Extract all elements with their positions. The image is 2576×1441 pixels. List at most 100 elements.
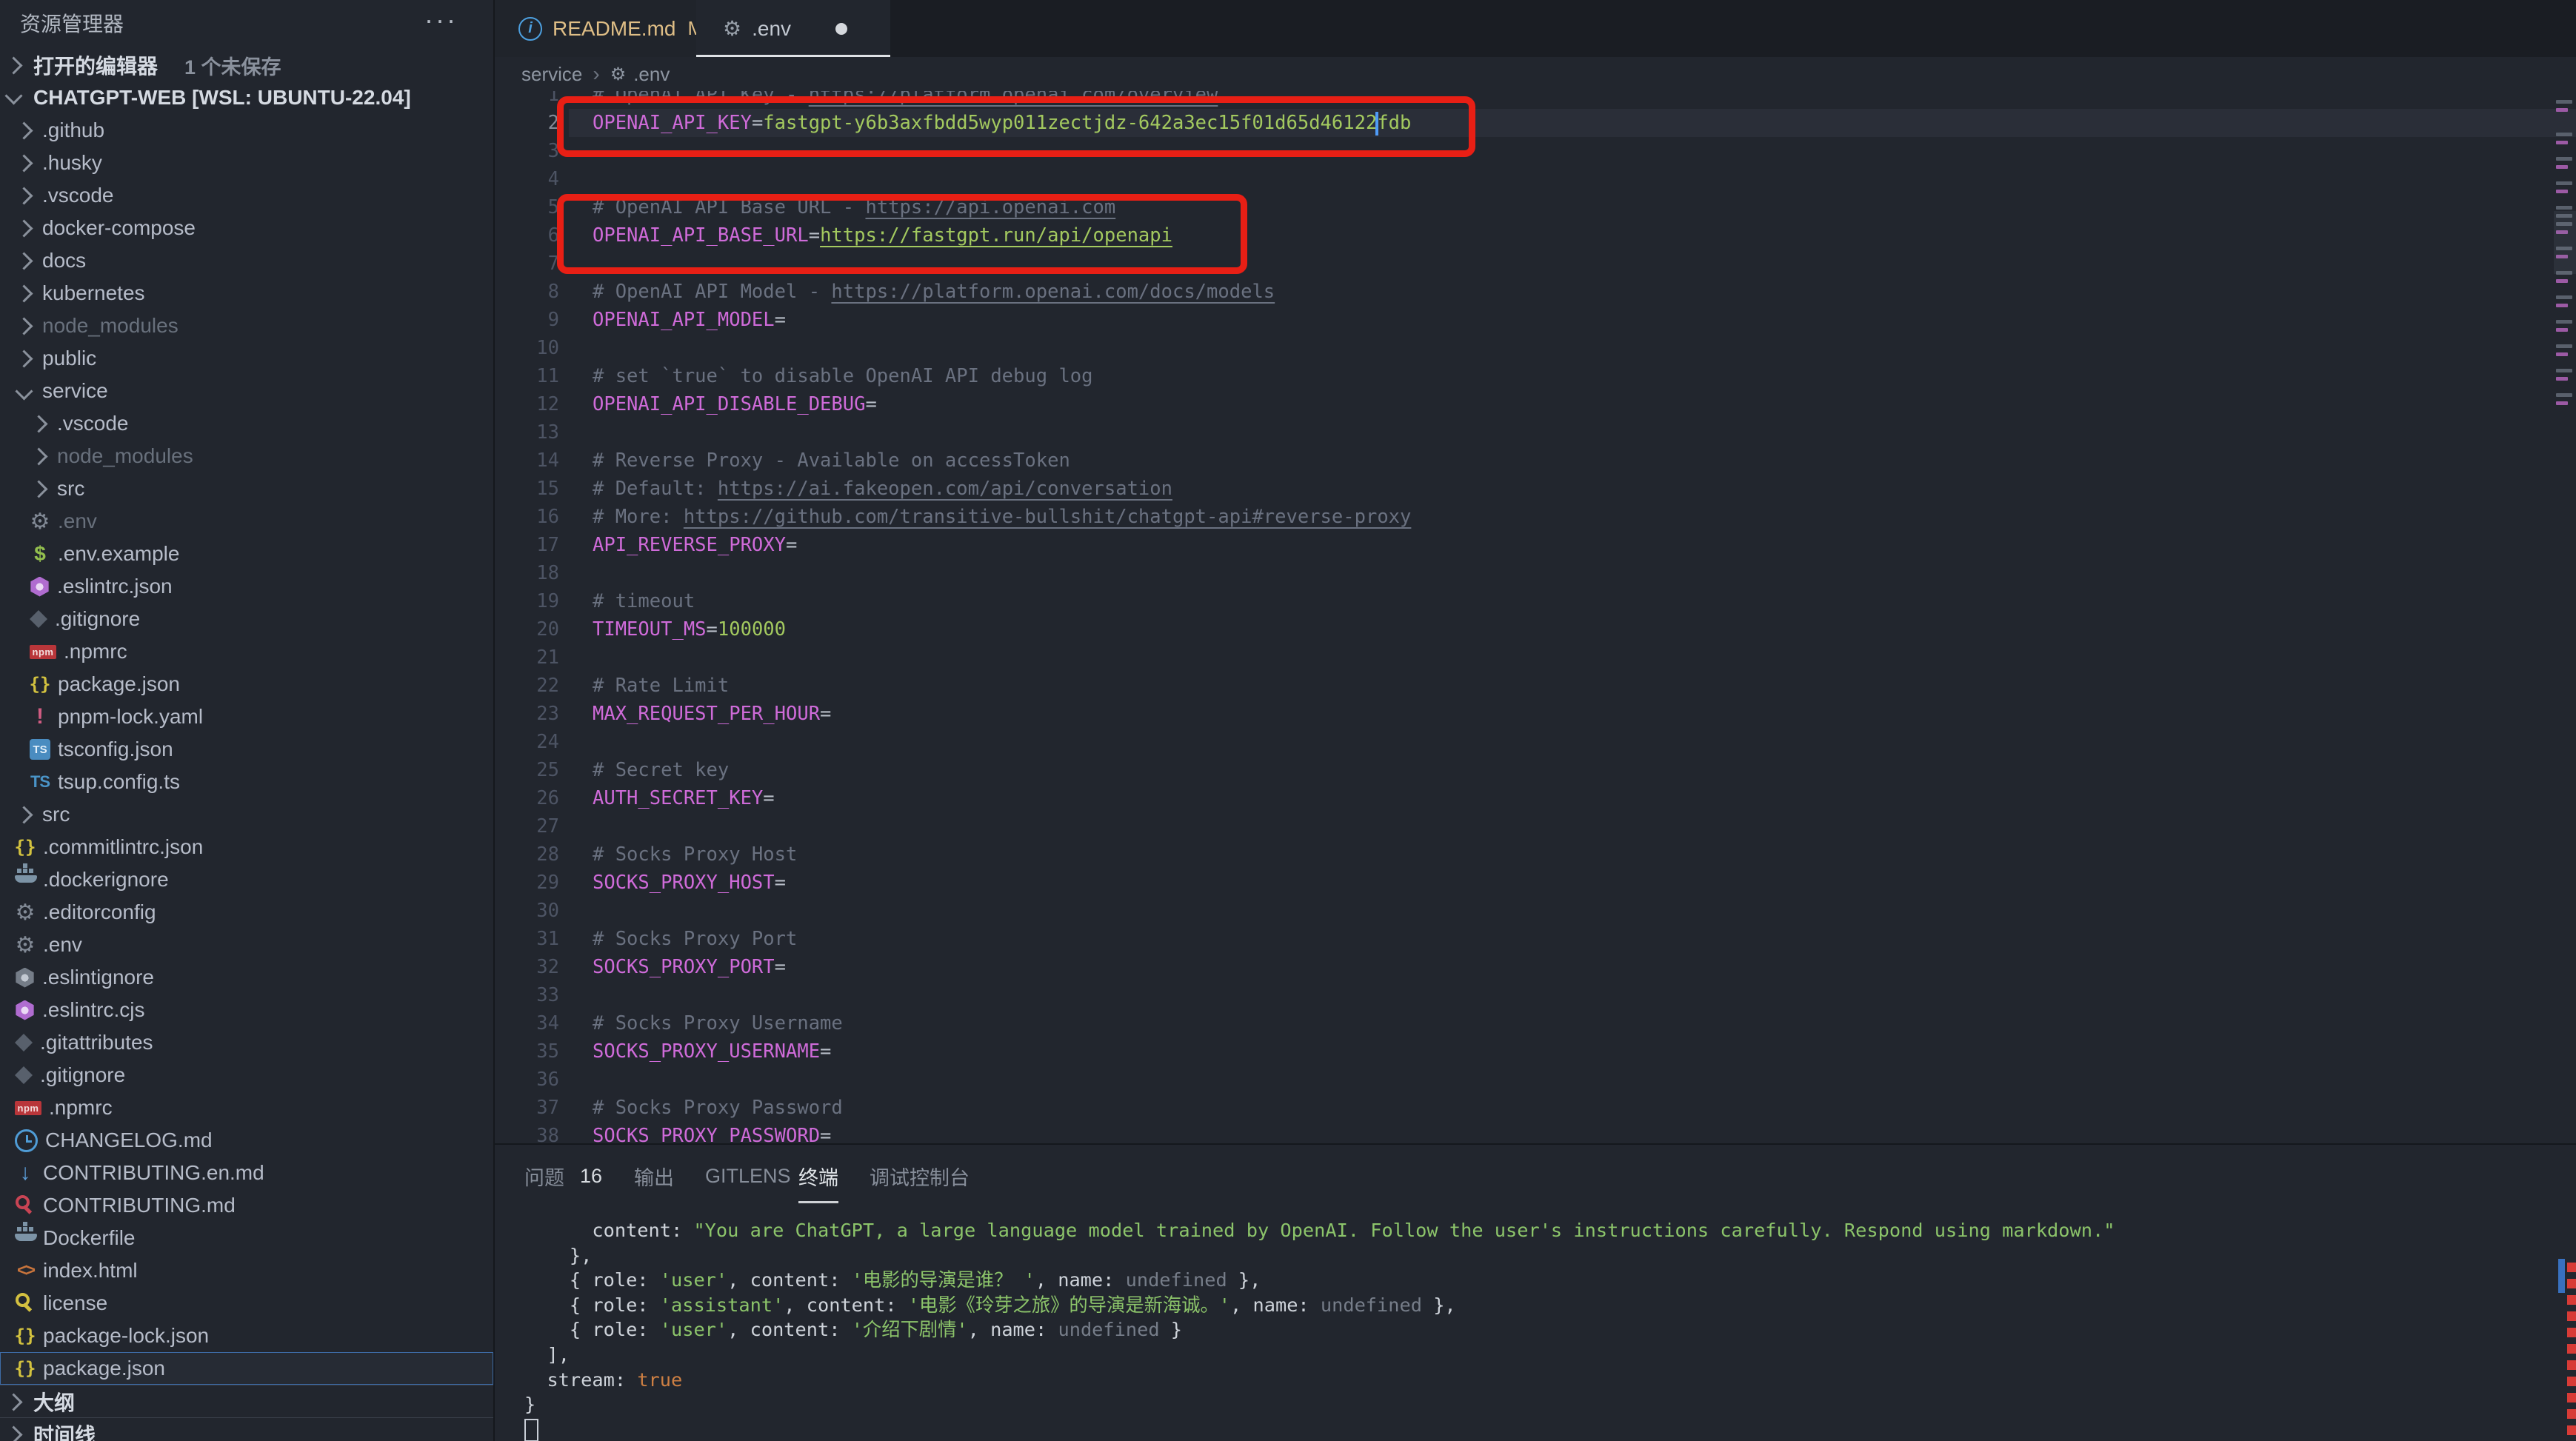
project-section[interactable]: CHATGPT-WEB [WSL: UBUNTU-22.04] (0, 81, 493, 114)
code-line-18[interactable]: 18 (495, 559, 2576, 587)
tree-item-package.json[interactable]: {}package.json (0, 668, 493, 701)
tree-item-CHANGELOG.md[interactable]: CHANGELOG.md (0, 1124, 493, 1157)
tree-item-src[interactable]: src (0, 472, 493, 505)
code-line-30[interactable]: 30 (495, 897, 2576, 925)
panel-tab-GITLENS[interactable]: GITLENS (705, 1145, 791, 1207)
code-line-32[interactable]: 32SOCKS_PROXY_PORT= (495, 953, 2576, 981)
code-line-31[interactable]: 31# Socks Proxy Port (495, 925, 2576, 953)
tree-item-package.json[interactable]: {}package.json (0, 1352, 493, 1385)
tree-item-Dockerfile[interactable]: Dockerfile (0, 1222, 493, 1254)
tree-item-tsup.config.ts[interactable]: TStsup.config.ts (0, 766, 493, 798)
tree-item-.gitignore[interactable]: .gitignore (0, 603, 493, 635)
code-line-19[interactable]: 19# timeout (495, 587, 2576, 615)
code-line-21[interactable]: 21 (495, 643, 2576, 672)
code-line-29[interactable]: 29SOCKS_PROXY_HOST= (495, 869, 2576, 897)
code-text: AUTH_SECRET_KEY= (593, 784, 775, 812)
tree-item-.editorconfig[interactable]: ⚙.editorconfig (0, 896, 493, 929)
panel-tab-终端[interactable]: 终端 (798, 1145, 838, 1207)
tree-item-.eslintignore[interactable]: .eslintignore (0, 961, 493, 994)
tree-item-.vscode[interactable]: .vscode (0, 179, 493, 212)
code-line-4[interactable]: 4 (495, 165, 2576, 193)
code-line-28[interactable]: 28# Socks Proxy Host (495, 840, 2576, 869)
tree-item-.vscode[interactable]: .vscode (0, 407, 493, 440)
minimap-slider[interactable] (2554, 211, 2576, 274)
tree-item-.commitlintrc.json[interactable]: {}.commitlintrc.json (0, 831, 493, 863)
more-actions-icon[interactable]: ··· (424, 4, 458, 36)
tree-item-.dockerignore[interactable]: .dockerignore (0, 863, 493, 896)
code-line-7[interactable]: 7 (495, 250, 2576, 278)
tree-item-.github[interactable]: .github (0, 114, 493, 147)
code-line-11[interactable]: 11# set `true` to disable OpenAI API deb… (495, 362, 2576, 390)
tab-readme[interactable]: i README.md M (495, 0, 698, 57)
code-line-23[interactable]: 23MAX_REQUEST_PER_HOUR= (495, 700, 2576, 728)
code-line-12[interactable]: 12OPENAI_API_DISABLE_DEBUG= (495, 390, 2576, 418)
tree-item-.npmrc[interactable]: npm.npmrc (0, 635, 493, 668)
code-line-3[interactable]: 3 (495, 137, 2576, 165)
code-line-34[interactable]: 34# Socks Proxy Username (495, 1009, 2576, 1037)
tree-item-public[interactable]: public (0, 342, 493, 375)
code-line-33[interactable]: 33 (495, 981, 2576, 1009)
panel-tab-输出[interactable]: 输出 (634, 1145, 674, 1207)
problems-count[interactable]: 16 (580, 1145, 602, 1207)
tree-item-tsconfig.json[interactable]: TStsconfig.json (0, 733, 493, 766)
code-line-35[interactable]: 35SOCKS_PROXY_USERNAME= (495, 1037, 2576, 1066)
code-line-10[interactable]: 10 (495, 334, 2576, 362)
tree-item-.gitattributes[interactable]: .gitattributes (0, 1026, 493, 1059)
code-editor[interactable]: 1# OpenAI API Key - https://platform.ope… (495, 91, 2576, 1145)
code-line-5[interactable]: 5# OpenAI API Base URL - https://api.ope… (495, 193, 2576, 221)
tree-item-CONTRIBUTING.en.md[interactable]: ↓CONTRIBUTING.en.md (0, 1157, 493, 1189)
code-line-26[interactable]: 26AUTH_SECRET_KEY= (495, 784, 2576, 812)
code-line-17[interactable]: 17API_REVERSE_PROXY= (495, 531, 2576, 559)
scrollbar-slider[interactable] (2558, 1259, 2565, 1293)
tree-item-service[interactable]: service (0, 375, 493, 407)
code-line-1[interactable]: 1# OpenAI API Key - https://platform.ope… (495, 91, 2576, 109)
code-line-20[interactable]: 20TIMEOUT_MS=100000 (495, 615, 2576, 643)
tree-item-license[interactable]: license (0, 1287, 493, 1320)
code-line-16[interactable]: 16# More: https://github.com/transitive-… (495, 503, 2576, 531)
code-line-22[interactable]: 22# Rate Limit (495, 672, 2576, 700)
minimap[interactable] (2554, 100, 2576, 455)
tree-item-package-lock.json[interactable]: {}package-lock.json (0, 1320, 493, 1352)
tree-item-.husky[interactable]: .husky (0, 147, 493, 179)
breadcrumb-folder[interactable]: service (521, 63, 582, 86)
tree-item-.gitignore[interactable]: .gitignore (0, 1059, 493, 1091)
tree-item-.env.example[interactable]: $.env.example (0, 538, 493, 570)
tree-item-kubernetes[interactable]: kubernetes (0, 277, 493, 310)
unsaved-dot-icon[interactable] (835, 23, 847, 35)
breadcrumb-file[interactable]: .env (633, 63, 670, 86)
code-line-2[interactable]: 2OPENAI_API_KEY=fastgpt-y6b3axfbdd5wyp01… (495, 109, 2576, 137)
timeline-section[interactable]: 时间线 (0, 1417, 493, 1441)
code-line-24[interactable]: 24 (495, 728, 2576, 756)
tree-item-docker-compose[interactable]: docker-compose (0, 212, 493, 244)
tree-item-CONTRIBUTING.md[interactable]: CONTRIBUTING.md (0, 1189, 493, 1222)
code-line-8[interactable]: 8# OpenAI API Model - https://platform.o… (495, 278, 2576, 306)
code-line-14[interactable]: 14# Reverse Proxy - Available on accessT… (495, 447, 2576, 475)
open-editors-section[interactable]: 打开的编辑器 1 个未保存 (0, 49, 493, 81)
code-text: # Default: https://ai.fakeopen.com/api/c… (593, 475, 1172, 503)
tree-item-.eslintrc.json[interactable]: .eslintrc.json (0, 570, 493, 603)
code-line-36[interactable]: 36 (495, 1066, 2576, 1094)
tree-item-nodemodules[interactable]: node_modules (0, 310, 493, 342)
tab-env-active[interactable]: ⚙ .env (696, 0, 890, 57)
code-line-38[interactable]: 38SOCKS_PROXY_PASSWORD= (495, 1122, 2576, 1145)
code-line-27[interactable]: 27 (495, 812, 2576, 840)
tree-item-nodemodules[interactable]: node_modules (0, 440, 493, 472)
tree-item-index.html[interactable]: <>index.html (0, 1254, 493, 1287)
tree-item-.env[interactable]: ⚙.env (0, 505, 493, 538)
outline-section[interactable]: 大纲 (0, 1385, 493, 1418)
code-line-9[interactable]: 9OPENAI_API_MODEL= (495, 306, 2576, 334)
tree-item-src[interactable]: src (0, 798, 493, 831)
terminal[interactable]: content: "You are ChatGPT, a large langu… (495, 1207, 2576, 1441)
tree-item-.eslintrc.cjs[interactable]: .eslintrc.cjs (0, 994, 493, 1026)
tree-item-pnpm-lock.yaml[interactable]: !pnpm-lock.yaml (0, 701, 493, 733)
panel-tab-调试控制台[interactable]: 调试控制台 (870, 1145, 970, 1207)
tree-item-docs[interactable]: docs (0, 244, 493, 277)
code-line-6[interactable]: 6OPENAI_API_BASE_URL=https://fastgpt.run… (495, 221, 2576, 250)
code-line-13[interactable]: 13 (495, 418, 2576, 447)
code-line-37[interactable]: 37# Socks Proxy Password (495, 1094, 2576, 1122)
tree-item-.env[interactable]: ⚙.env (0, 929, 493, 961)
panel-tab-问题[interactable]: 问题 (524, 1145, 564, 1207)
code-line-15[interactable]: 15# Default: https://ai.fakeopen.com/api… (495, 475, 2576, 503)
tree-item-.npmrc[interactable]: npm.npmrc (0, 1091, 493, 1124)
code-line-25[interactable]: 25# Secret key (495, 756, 2576, 784)
